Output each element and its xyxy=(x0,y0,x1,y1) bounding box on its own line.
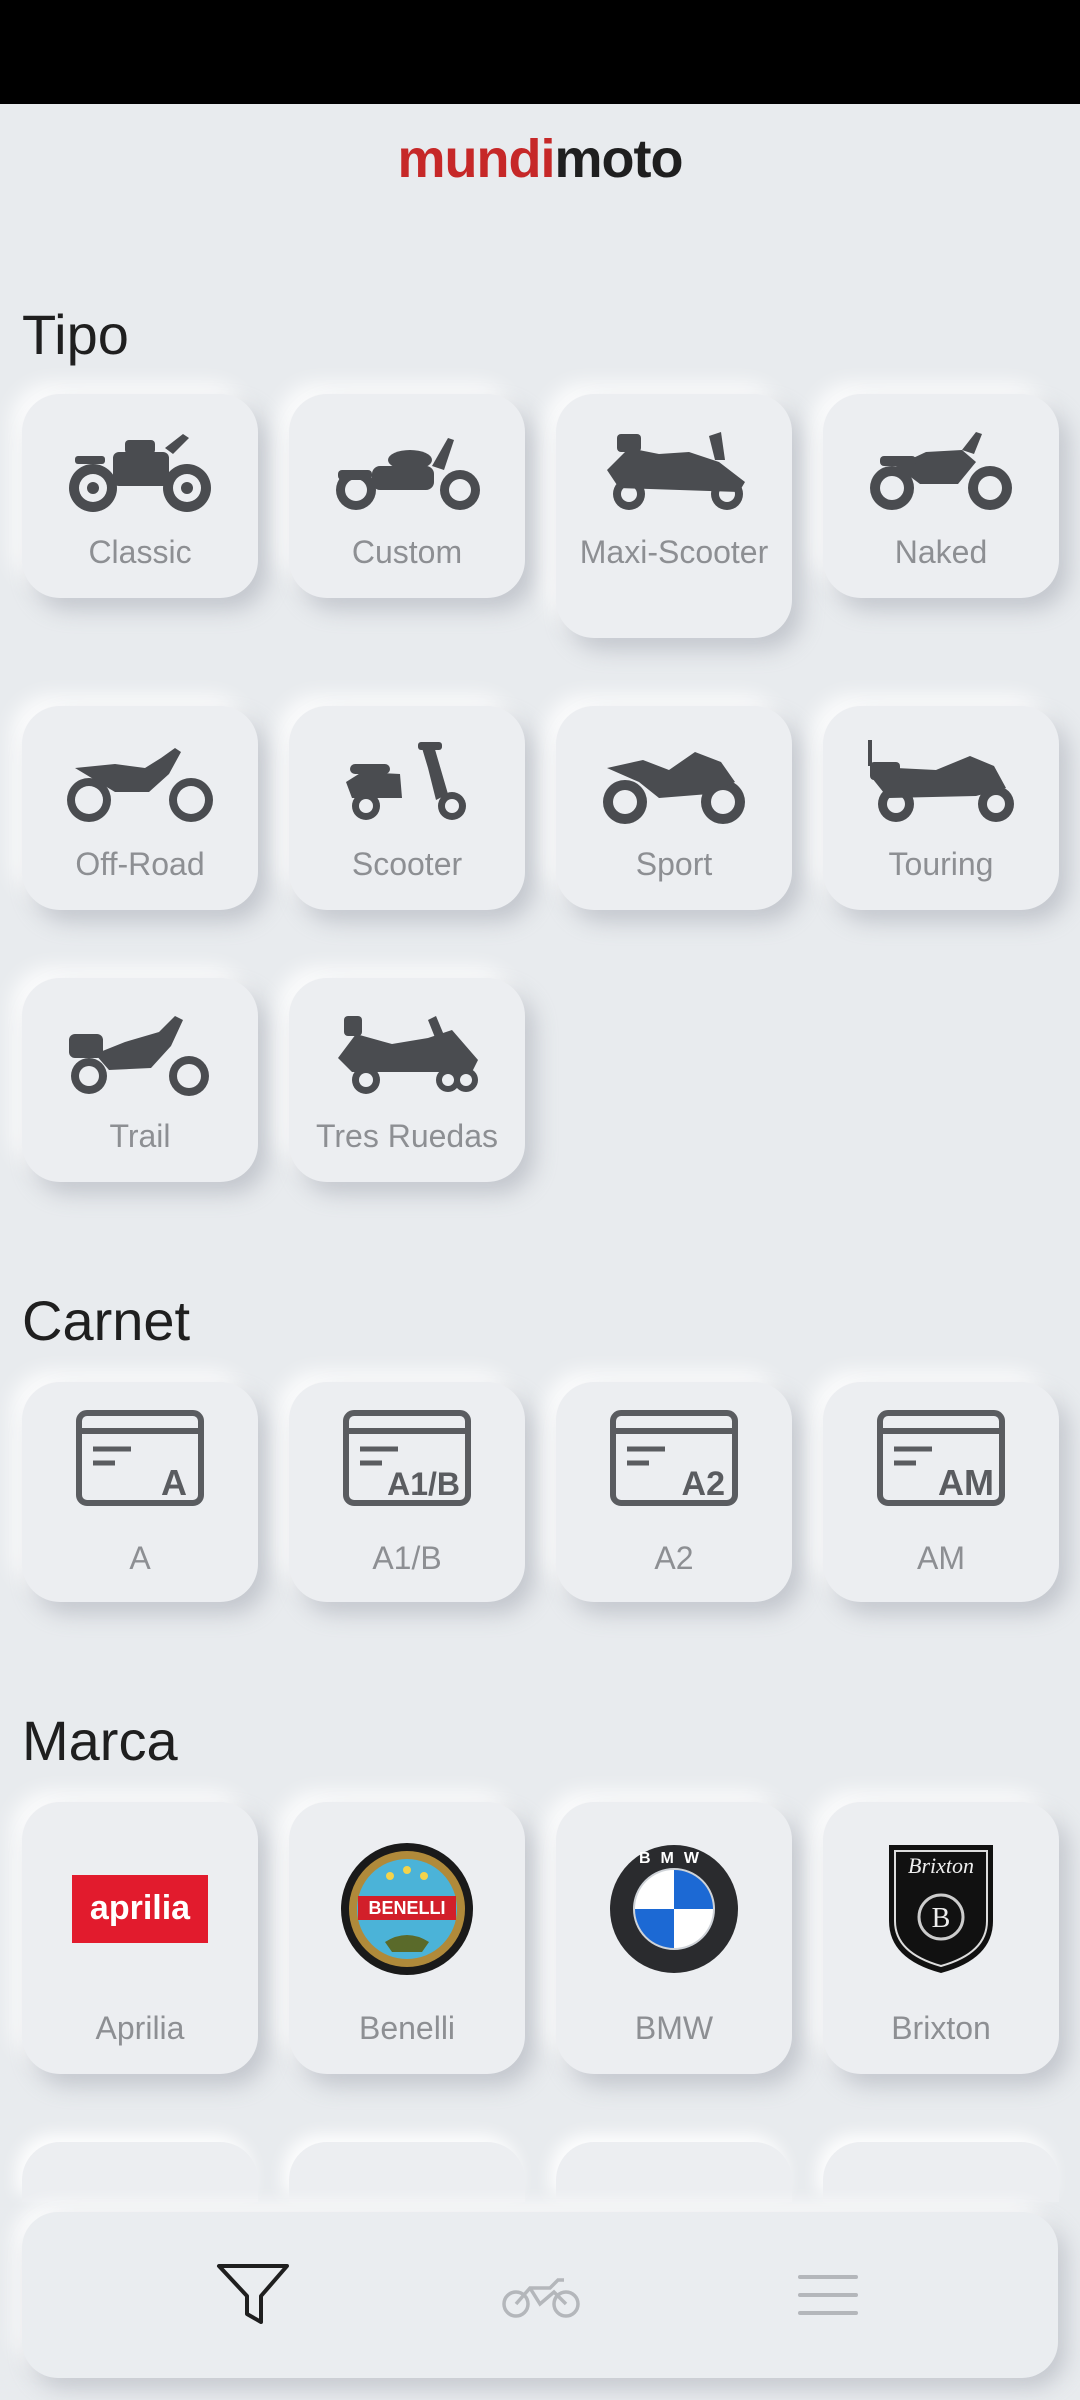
brixton-logo: Brixton B xyxy=(823,1834,1059,1984)
license-card-text: A xyxy=(161,1462,187,1503)
type-card-tres-ruedas[interactable]: Tres Ruedas xyxy=(289,978,525,1182)
bottom-navigation xyxy=(22,2212,1058,2378)
brand-label: Brixton xyxy=(891,2010,991,2046)
brand-card-bmw[interactable]: BMW BMW xyxy=(556,1802,792,2074)
type-card-trail[interactable]: Trail xyxy=(22,978,258,1182)
nav-filter-button[interactable] xyxy=(198,2240,308,2350)
type-label: Tres Ruedas xyxy=(316,1118,498,1154)
type-label: Maxi-Scooter xyxy=(579,534,769,570)
svg-text:BENELLI: BENELLI xyxy=(368,1898,445,1918)
sport-motorcycle-icon xyxy=(556,728,792,838)
type-card-off-road[interactable]: Off-Road xyxy=(22,706,258,910)
app-logo: mundimoto xyxy=(397,129,684,189)
brand-card-benelli[interactable]: BENELLI Benelli xyxy=(289,1802,525,2074)
scooter-icon xyxy=(289,728,525,838)
license-card-a[interactable]: A A xyxy=(22,1382,258,1602)
type-card-sport[interactable]: Sport xyxy=(556,706,792,910)
maxi-scooter-icon xyxy=(556,416,792,526)
type-label: Touring xyxy=(888,846,994,882)
license-label: A xyxy=(129,1540,151,1576)
classic-motorcycle-icon xyxy=(22,416,258,526)
section-title-tipo: Tipo xyxy=(22,303,129,366)
naked-motorcycle-icon xyxy=(823,416,1059,526)
license-card-a2[interactable]: A2 A2 xyxy=(556,1382,792,1602)
section-title-carnet: Carnet xyxy=(22,1289,191,1352)
license-card-icon: A2 xyxy=(556,1404,792,1514)
type-card-custom[interactable]: Custom xyxy=(289,394,525,598)
type-card-naked[interactable]: Naked xyxy=(823,394,1059,598)
license-card-icon: A xyxy=(22,1404,258,1514)
license-card-am[interactable]: AM AM xyxy=(823,1382,1059,1602)
svg-text:B: B xyxy=(932,1903,951,1934)
license-card-text: A2 xyxy=(682,1465,725,1503)
license-card-a1b[interactable]: A1/B A1/B xyxy=(289,1382,525,1602)
type-label: Custom xyxy=(351,534,463,570)
brand-card-partial[interactable] xyxy=(556,2142,792,2202)
touring-motorcycle-icon xyxy=(823,728,1059,838)
type-card-classic[interactable]: Classic xyxy=(22,394,258,598)
brand-label: Aprilia xyxy=(95,2010,185,2046)
license-label: A2 xyxy=(654,1540,694,1576)
nav-menu-button[interactable] xyxy=(773,2240,883,2350)
license-label: AM xyxy=(917,1540,965,1576)
license-card-icon: A1/B xyxy=(289,1404,525,1514)
brand-card-brixton[interactable]: Brixton B Brixton xyxy=(823,1802,1059,2074)
offroad-motorcycle-icon xyxy=(22,728,258,838)
brand-card-aprilia[interactable]: aprilia Aprilia xyxy=(22,1802,258,2074)
status-bar xyxy=(0,0,1080,104)
type-label: Trail xyxy=(109,1118,171,1154)
trail-motorcycle-icon xyxy=(22,1000,258,1110)
type-label: Sport xyxy=(635,846,713,882)
type-label: Classic xyxy=(88,534,192,570)
three-wheel-motorcycle-icon xyxy=(289,1000,525,1110)
brand-card-partial[interactable] xyxy=(22,2142,258,2202)
license-label: A1/B xyxy=(372,1540,442,1576)
brand-label: BMW xyxy=(634,2010,714,2046)
nav-motorcycle-button[interactable] xyxy=(486,2240,596,2350)
custom-motorcycle-icon xyxy=(289,416,525,526)
type-card-scooter[interactable]: Scooter xyxy=(289,706,525,910)
filter-icon xyxy=(217,2264,289,2324)
bmw-logo: BMW xyxy=(556,1834,792,1984)
aprilia-logo: aprilia xyxy=(22,1834,258,1984)
license-card-icon: AM xyxy=(823,1404,1059,1514)
menu-icon xyxy=(798,2275,858,2315)
type-label: Scooter xyxy=(351,846,463,882)
svg-text:aprilia: aprilia xyxy=(90,1889,191,1927)
type-card-touring[interactable]: Touring xyxy=(823,706,1059,910)
license-card-text: AM xyxy=(938,1462,994,1503)
svg-text:BMW: BMW xyxy=(639,1850,709,1867)
brand-card-partial[interactable] xyxy=(289,2142,525,2202)
benelli-logo: BENELLI xyxy=(289,1834,525,1984)
motorcycle-icon xyxy=(502,2278,580,2318)
type-label: Naked xyxy=(894,534,988,570)
type-card-maxi-scooter[interactable]: Maxi-Scooter xyxy=(556,394,792,638)
section-title-marca: Marca xyxy=(22,1709,178,1772)
svg-text:Brixton: Brixton xyxy=(908,1853,974,1878)
brand-card-partial[interactable] xyxy=(823,2142,1059,2202)
license-card-text: A1/B xyxy=(387,1466,460,1502)
type-label: Off-Road xyxy=(75,846,205,882)
brand-label: Benelli xyxy=(358,2010,456,2046)
